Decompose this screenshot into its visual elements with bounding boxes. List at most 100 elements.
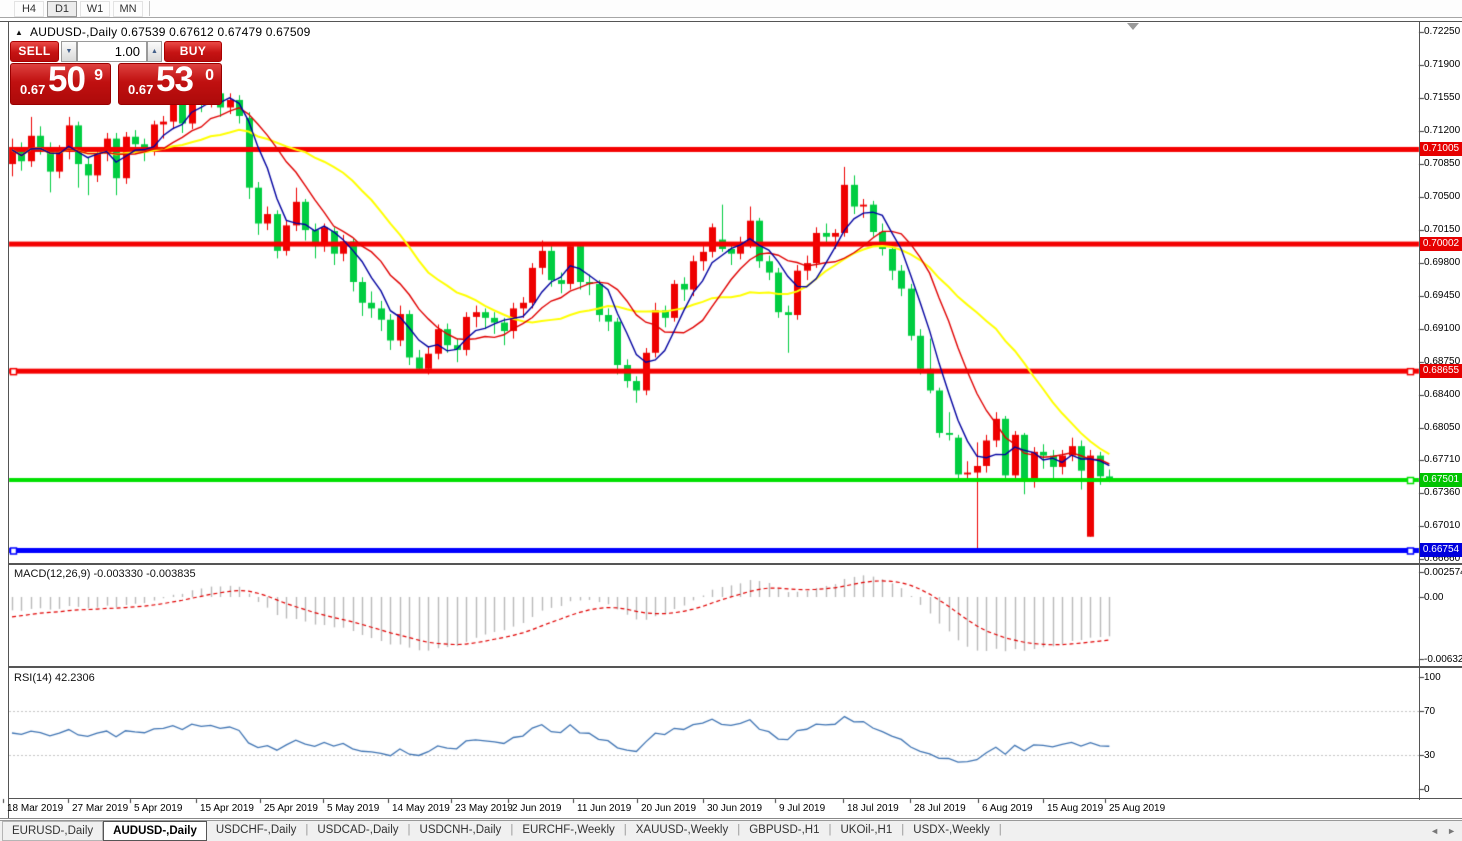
buy-price-big: 53 — [156, 60, 193, 100]
chart-tab-usdx[interactable]: USDX-,Weekly — [904, 821, 998, 841]
rsi-axis-label: 70 — [1424, 706, 1435, 717]
buy-price-pip: 0 — [205, 67, 214, 85]
rsi-axis-label: 100 — [1424, 672, 1441, 683]
spinner-down-icon: ▼ — [66, 48, 73, 55]
price-axis-label: 0.68400 — [1424, 389, 1460, 400]
price-axis-label: 0.69800 — [1424, 257, 1460, 268]
date-axis-label: 6 Aug 2019 — [982, 803, 1033, 814]
price-axis-separator — [1419, 21, 1420, 800]
chart-top-border — [0, 21, 1462, 22]
price-axis-label: 0.68050 — [1424, 422, 1460, 433]
timeframe-button-h4[interactable]: H4 — [14, 1, 44, 17]
price-axis-label: 0.71200 — [1424, 125, 1460, 136]
timeframe-button-w1[interactable]: W1 — [80, 1, 110, 17]
sell-price-prefix: 0.67 — [20, 82, 45, 97]
chart-symbol-period: AUDUSD-,Daily — [30, 25, 117, 39]
date-axis-label: 20 Jun 2019 — [641, 803, 696, 814]
volume-decrease-button[interactable]: ▼ — [61, 41, 77, 62]
buy-button[interactable]: BUY — [164, 41, 222, 62]
spinner-up-icon: ▲ — [151, 48, 158, 55]
date-axis-label: 5 Apr 2019 — [134, 803, 182, 814]
price-axis-label: 0.70150 — [1424, 224, 1460, 235]
price-line-badge: 0.71005 — [1420, 142, 1462, 156]
tab-scroll-right-icon[interactable]: ► — [1447, 826, 1456, 836]
date-axis-label: 25 Aug 2019 — [1109, 803, 1165, 814]
macd-axis-label: 0.00 — [1424, 592, 1443, 603]
date-axis-label: 23 May 2019 — [455, 803, 513, 814]
price-axis-label: 0.69450 — [1424, 290, 1460, 301]
price-line-badge: 0.67501 — [1420, 473, 1462, 487]
window-bottom-border — [0, 818, 1462, 819]
chart-tab-usdchf[interactable]: USDCHF-,Daily — [207, 821, 306, 841]
sell-price-pip: 9 — [94, 67, 103, 85]
chart-tab-usdcad[interactable]: USDCAD-,Daily — [308, 821, 407, 841]
chart-tab-bar: EURUSD-,DailyAUDUSD-,DailyUSDCHF-,Daily |… — [0, 820, 1462, 841]
price-axis-label: 0.67010 — [1424, 520, 1460, 531]
timeframe-toolbar: H4D1W1MN — [0, 0, 1462, 18]
date-axis-label: 9 Jul 2019 — [779, 803, 825, 814]
sell-button[interactable]: SELL — [10, 41, 59, 62]
macd-signal-value: -0.003835 — [146, 568, 196, 580]
buy-price-prefix: 0.67 — [128, 82, 153, 97]
sell-price-box[interactable]: 0.67 50 9 — [10, 63, 111, 105]
price-line-badge: 0.68655 — [1420, 364, 1462, 378]
date-axis-label: 25 Apr 2019 — [264, 803, 318, 814]
tab-scroll-arrows: ◄► — [1422, 821, 1456, 841]
rsi-label: RSI(14) 42.2306 — [14, 672, 95, 684]
tab-scroll-left-icon[interactable]: ◄ — [1430, 826, 1439, 836]
macd-panel-separator[interactable] — [8, 563, 1462, 565]
timeframe-button-d1[interactable]: D1 — [47, 1, 77, 17]
volume-increase-button[interactable]: ▲ — [147, 41, 162, 62]
chart-shift-icon[interactable] — [1127, 23, 1139, 30]
macd-main-value: -0.003330 — [93, 568, 143, 580]
rsi-axis-label: 0 — [1424, 784, 1430, 795]
one-click-trading-widget: SELL ▼ ▲ BUY 0.67 50 9 0.67 53 0 — [10, 41, 222, 105]
date-axis-label: 30 Jun 2019 — [707, 803, 762, 814]
date-axis-label: 18 Jul 2019 — [847, 803, 899, 814]
tab-separator: | — [999, 821, 1002, 841]
chart-ohlc-values: 0.67539 0.67612 0.67479 0.67509 — [121, 25, 311, 39]
date-axis-label: 5 May 2019 — [327, 803, 379, 814]
chart-tab-audusd[interactable]: AUDUSD-,Daily — [103, 821, 207, 841]
one-click-collapse-icon[interactable]: ▲ — [15, 28, 23, 37]
price-axis-label: 0.70850 — [1424, 158, 1460, 169]
rsi-axis-label: 30 — [1424, 750, 1435, 761]
volume-input[interactable] — [77, 41, 147, 62]
price-axis-label: 0.70500 — [1424, 191, 1460, 202]
chart-tab-ukoil[interactable]: UKOil-,H1 — [832, 821, 902, 841]
chart-tab-eurchf[interactable]: EURCHF-,Weekly — [513, 821, 623, 841]
sell-price-big: 50 — [48, 60, 85, 100]
chart-canvas[interactable] — [0, 0, 1462, 841]
buy-price-box[interactable]: 0.67 53 0 — [118, 63, 222, 105]
rsi-name: RSI(14) — [14, 672, 52, 684]
chart-title: ▲ AUDUSD-,Daily 0.67539 0.67612 0.67479 … — [15, 25, 311, 39]
toolbar-separator — [149, 1, 150, 16]
date-axis-label: 15 Aug 2019 — [1047, 803, 1103, 814]
macd-name: MACD(12,26,9) — [14, 568, 90, 580]
price-line-badge: 0.66754 — [1420, 543, 1462, 557]
date-axis-label: 15 Apr 2019 — [200, 803, 254, 814]
rsi-value: 42.2306 — [55, 672, 95, 684]
price-axis-label: 0.67710 — [1424, 454, 1460, 465]
price-axis-label: 0.72250 — [1424, 26, 1460, 37]
price-axis-label: 0.71550 — [1424, 92, 1460, 103]
timeframe-button-mn[interactable]: MN — [113, 1, 143, 17]
date-axis-label: 28 Jul 2019 — [914, 803, 966, 814]
chart-left-border — [8, 21, 9, 818]
price-axis-label: 0.67360 — [1424, 487, 1460, 498]
mt4-terminal-window: H4D1W1MN ▲ AUDUSD-,Daily 0.67539 0.67612… — [0, 0, 1462, 841]
chart-tab-gbpusd[interactable]: GBPUSD-,H1 — [740, 821, 828, 841]
date-axis-label: 2 Jun 2019 — [512, 803, 562, 814]
macd-axis-label: 0.002574 — [1424, 567, 1462, 578]
date-axis-label: 27 Mar 2019 — [72, 803, 128, 814]
macd-axis-label: -0.006326 — [1424, 654, 1462, 665]
date-axis-label: 11 Jun 2019 — [577, 803, 631, 814]
price-line-badge: 0.70002 — [1420, 237, 1462, 251]
chart-tab-xauusd[interactable]: XAUUSD-,Weekly — [627, 821, 737, 841]
date-axis-label: 18 Mar 2019 — [7, 803, 63, 814]
chart-tab-eurusd[interactable]: EURUSD-,Daily — [2, 821, 103, 841]
macd-label: MACD(12,26,9) -0.003330 -0.003835 — [14, 568, 196, 580]
chart-tab-usdcnh[interactable]: USDCNH-,Daily — [411, 821, 511, 841]
time-axis-separator — [8, 798, 1462, 799]
rsi-panel-separator[interactable] — [8, 666, 1462, 668]
